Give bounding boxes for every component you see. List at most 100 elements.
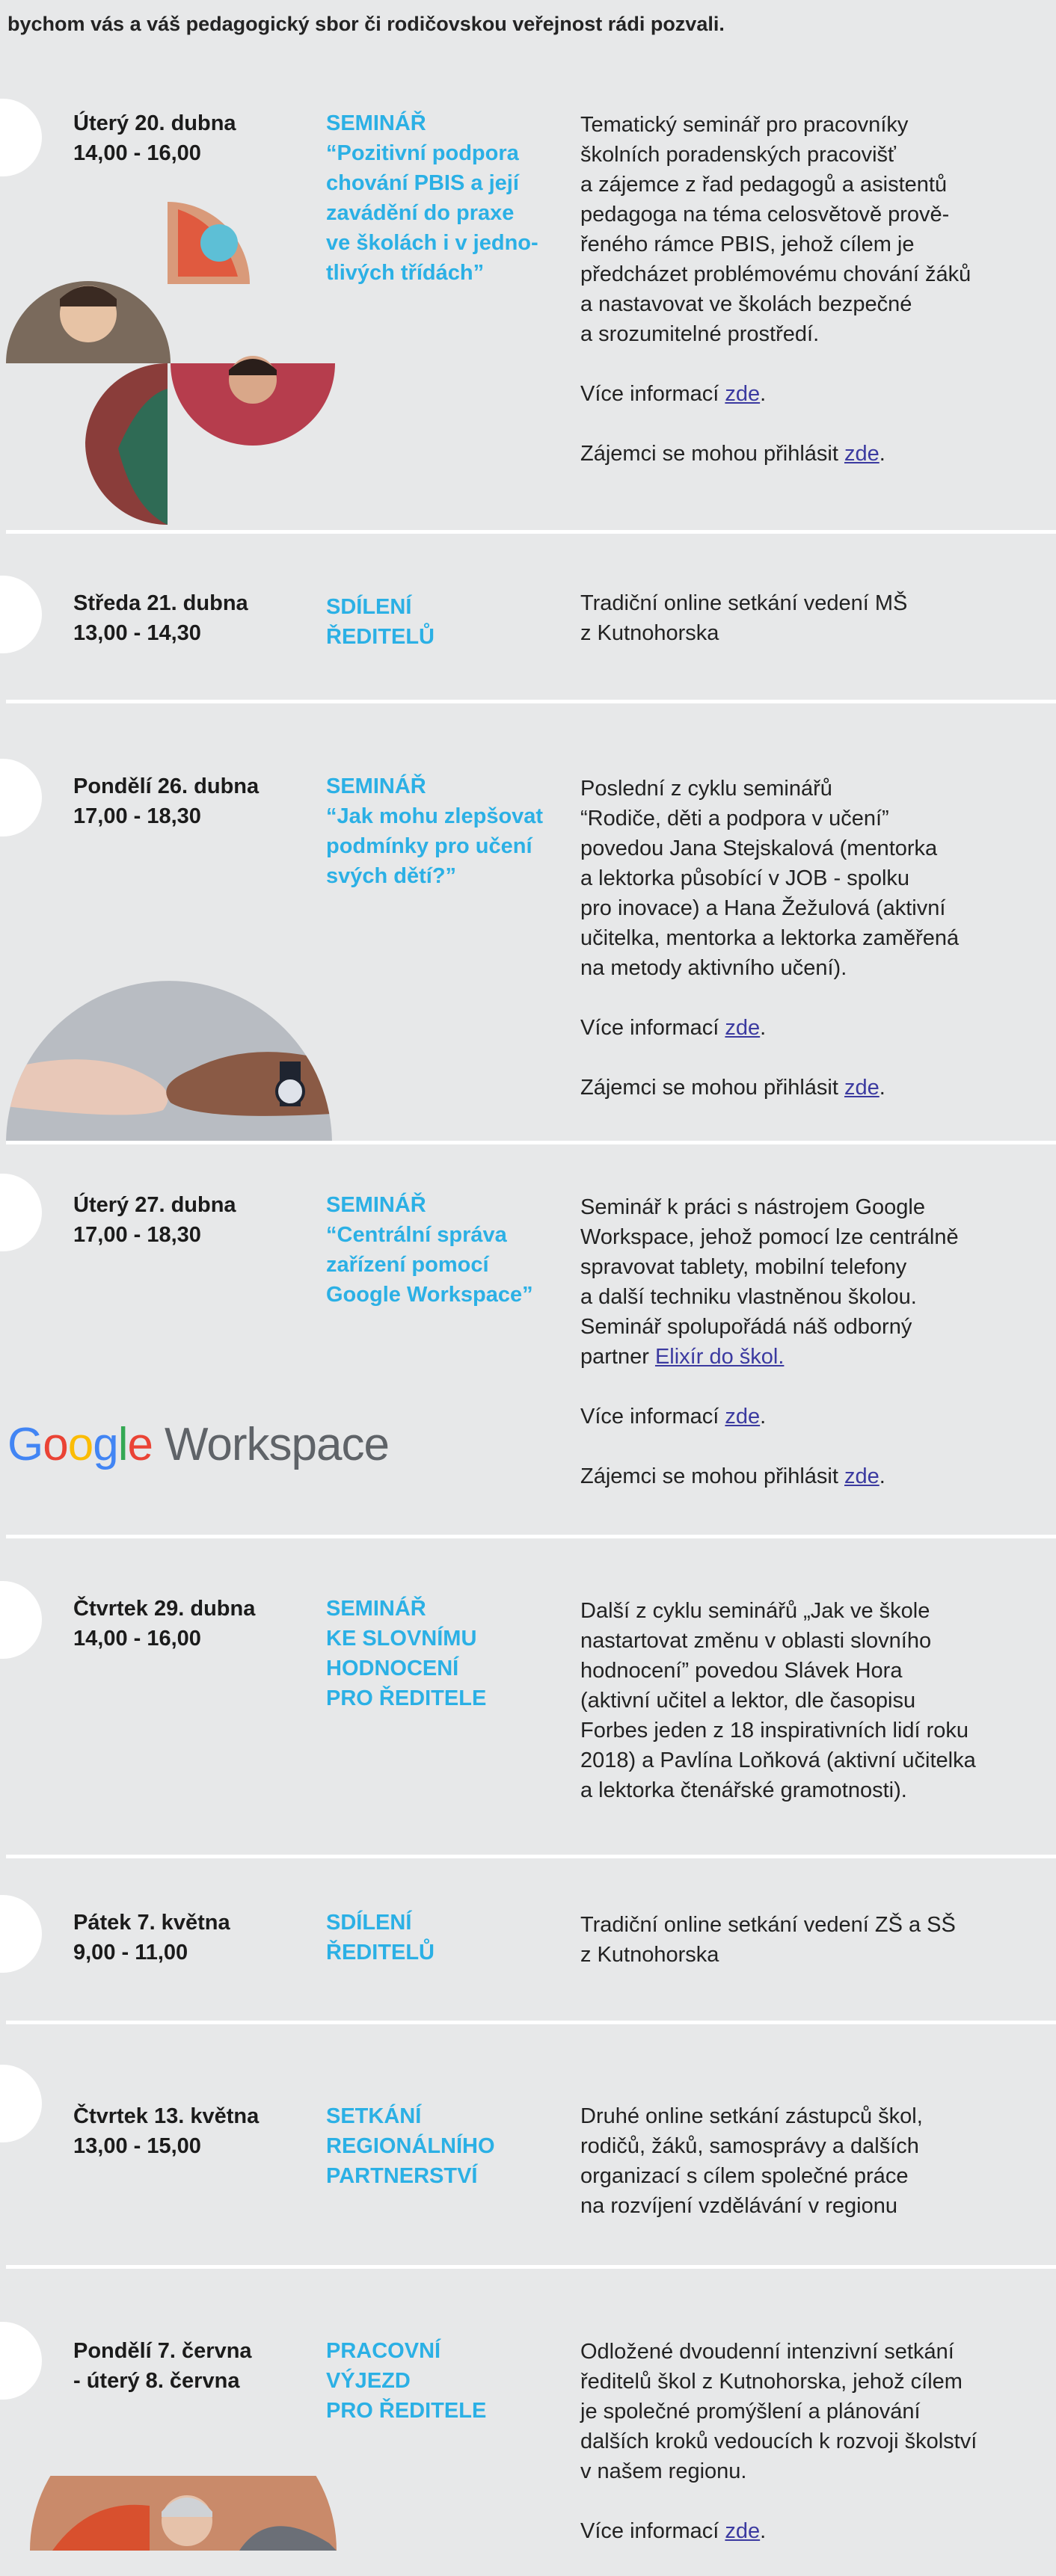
event-title-line: “Pozitivní podpora (326, 141, 519, 165)
desc-line: a lektorka čtenářské gramotnosti). (580, 1778, 907, 1802)
event-date-time: 13,00 - 14,30 (73, 621, 201, 645)
event-date-time: 9,00 - 11,00 (73, 1941, 188, 1965)
more-info-link[interactable]: zde (725, 382, 760, 406)
divider (6, 1535, 1056, 1538)
desc-line: na rozvíjení vzdělávání v regionu (580, 2194, 897, 2218)
people-photo-image (30, 2476, 337, 2551)
more-info-line: Více informací zde. (580, 1405, 767, 1429)
event-title-line: PRACOVNÍ (326, 2339, 441, 2363)
desc-line: z Kutnohorska (580, 1943, 719, 1967)
event-date: Čtvrtek 13. května 13,00 - 15,00 (73, 2101, 313, 2161)
event-description: Odložené dvoudenní intenzivní setkání ře… (580, 2337, 1037, 2576)
divider (6, 700, 1056, 703)
desc-line: nastartovat změnu v oblasti slovního (580, 1629, 932, 1653)
more-info-link[interactable]: zde (725, 1405, 760, 1429)
logo-letter: e (127, 1419, 153, 1470)
event-tab-marker (0, 2065, 42, 2142)
logo-letter: l (117, 1419, 129, 1470)
desc-line: a lektorka působící v JOB - spolku (580, 866, 910, 890)
desc-line: Další z cyklu seminářů „Jak ve škole (580, 1599, 930, 1623)
signup-link[interactable]: zde (844, 1076, 880, 1100)
event-date-time: 14,00 - 16,00 (73, 1627, 201, 1651)
desc-line: Odložené dvoudenní intenzivní setkání (580, 2340, 954, 2364)
signup-line: Zájemci se mohou přihlásit zde. (580, 442, 885, 466)
event-title-line: HODNOCENÍ (326, 1657, 459, 1680)
desc-line: z Kutnohorska (580, 621, 719, 645)
desc-line: Druhé online setkání zástupců škol, (580, 2104, 923, 2128)
desc-line: (aktivní učitel a lektor, dle časopisu (580, 1689, 916, 1713)
event-title-line: podmínky pro učení (326, 834, 532, 858)
signup-line: Zájemci se mohou přihlásit zde. (580, 1076, 885, 1100)
event-title: SETKÁNÍ REGIONÁLNÍHO PARTNERSTVÍ (326, 2101, 558, 2191)
desc-line: Seminář spolupořádá náš odborný (580, 1315, 912, 1339)
event-title-line: SEMINÁŘ (326, 774, 426, 798)
signup-link[interactable]: zde (844, 442, 880, 466)
event-date: Středa 21. dubna 13,00 - 14,30 (73, 588, 313, 648)
signup-line: Zájemci se mohou přihlásit zde. (580, 1464, 885, 1488)
desc-line: Tradiční online setkání vedení MŠ (580, 591, 908, 615)
logo-letter: G (7, 1419, 43, 1470)
event-title-line: ŘEDITELŮ (326, 625, 435, 649)
logo-letter: g (93, 1419, 118, 1470)
event-date-time: 13,00 - 15,00 (73, 2134, 201, 2158)
collage-hair-2 (229, 359, 277, 375)
event-description: Poslední z cyklu seminářů “Rodiče, děti … (580, 774, 1037, 1133)
event-title: SDÍLENÍ ŘEDITELŮ (326, 592, 558, 652)
event-tab-marker (0, 99, 42, 176)
event-title-line: REGIONÁLNÍHO (326, 2134, 495, 2158)
more-info-text: Více informací (580, 1405, 725, 1429)
desc-line: předcházet problémovému chování žáků (580, 262, 971, 286)
event-title-line: svých dětí?” (326, 864, 457, 888)
event-tab-marker (0, 1895, 42, 1973)
desc-line: a další techniku vlastněnou školou. (580, 1285, 917, 1309)
event-title-line: zařízení pomocí (326, 1253, 489, 1277)
event-date: Pondělí 26. dubna 17,00 - 18,30 (73, 771, 313, 831)
desc-line: a srozumitelné prostředí. (580, 322, 820, 346)
event-description: Tematický seminář pro pracovníky školníc… (580, 110, 1037, 499)
more-info-link[interactable]: zde (725, 1016, 760, 1040)
students-collage-image (6, 202, 335, 525)
event-title-line: PRO ŘEDITELE (326, 1686, 487, 1710)
intro-text: bychom vás a váš pedagogický sbor či rod… (7, 13, 725, 35)
desc-line: Tradiční online setkání vedení ZŠ a SŠ (580, 1913, 956, 1937)
more-info-link[interactable]: zde (725, 2519, 760, 2543)
event-tab-marker (0, 2322, 42, 2400)
divider (6, 1855, 1056, 1858)
event-title-line: SEMINÁŘ (326, 1597, 426, 1621)
event-title-line: zavádění do praxe (326, 201, 515, 225)
event-title: PRACOVNÍ VÝJEZD PRO ŘEDITELE (326, 2336, 558, 2426)
event-description: Druhé online setkání zástupců škol, rodi… (580, 2101, 1037, 2221)
desc-line: řeného rámce PBIS, jehož cílem je (580, 232, 915, 256)
event-date-day: Čtvrtek 29. dubna (73, 1597, 256, 1621)
intro-clipped-line (7, 0, 1040, 9)
desc-line: pro inovace) a Hana Žežulová (aktivní (580, 896, 946, 920)
event-date-time: 17,00 - 18,30 (73, 1223, 201, 1247)
desc-line: Seminář k práci s nástrojem Google (580, 1195, 925, 1219)
signup-link[interactable]: zde (844, 1464, 880, 1488)
event-date: Čtvrtek 29. dubna 14,00 - 16,00 (73, 1594, 313, 1654)
event-title-line: SEMINÁŘ (326, 1193, 426, 1217)
logo-letter: o (43, 1419, 68, 1470)
event-tab-marker (0, 1581, 42, 1659)
desc-line: hodnocení” povedou Slávek Hora (580, 1659, 903, 1683)
event-date-time: 17,00 - 18,30 (73, 804, 201, 828)
signup-text: Zájemci se mohou přihlásit (580, 1464, 844, 1488)
event-title-line: KE SLOVNÍMU (326, 1627, 477, 1651)
more-info-line: Více informací zde. (580, 382, 767, 406)
desc-line: a nastavovat ve školách bezpečné (580, 292, 912, 316)
divider (6, 1141, 1056, 1144)
partner-link[interactable]: Elixír do škol. (655, 1345, 784, 1369)
signup-text: Zájemci se mohou přihlásit (580, 442, 844, 466)
desc-line: organizací s cílem společné práce (580, 2164, 909, 2188)
signup-text: Zájemci se mohou přihlásit (580, 1076, 844, 1100)
desc-line: Forbes jeden z 18 inspirativních lidí ro… (580, 1719, 969, 1743)
desc-line: partner Elixír do škol. (580, 1342, 1037, 1372)
desc-line: rodičů, žáků, samosprávy a dalších (580, 2134, 919, 2158)
event-title-line: tlivých třídách” (326, 261, 485, 285)
event-title: SEMINÁŘ “Jak mohu zlepšovat podmínky pro… (326, 771, 558, 891)
google-workspace-logo: Google Workspace (7, 1415, 390, 1475)
event-date: Úterý 27. dubna 17,00 - 18,30 (73, 1190, 313, 1250)
desc-line: a zájemce z řad pedagogů a asistentů (580, 173, 948, 197)
event-title: SEMINÁŘ “Pozitivní podpora chování PBIS … (326, 108, 558, 288)
event-date-day: Pondělí 7. června (73, 2339, 252, 2363)
